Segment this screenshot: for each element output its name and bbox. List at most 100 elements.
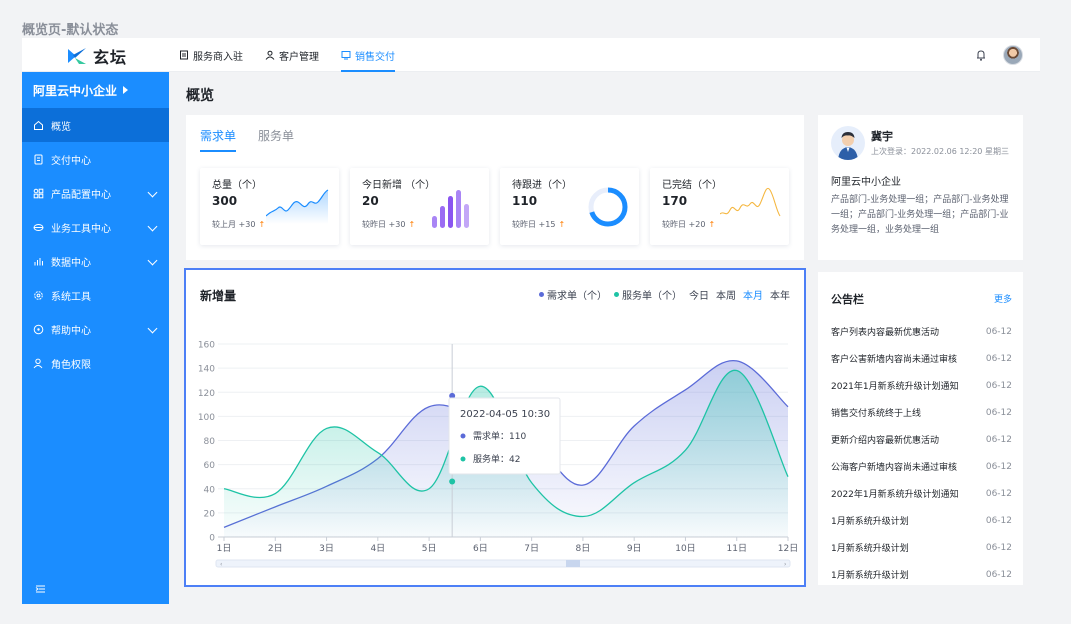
app-logo[interactable]: 玄坛 <box>66 44 127 68</box>
notice-item[interactable]: 公海客户新墙内容尚未通过审核 06-12 <box>831 453 1012 480</box>
sidebar-item-data-center[interactable]: 数据中心 <box>22 244 169 278</box>
sidebar-item-label: 系统工具 <box>51 291 91 303</box>
notice-item-date: 06-12 <box>985 461 1012 472</box>
x-tick-label: 7日 <box>524 543 539 554</box>
stat-foot: 较昨日 +30 ↑ <box>362 219 415 230</box>
arrow-up-icon: ↑ <box>558 220 566 229</box>
x-tick-label: 10日 <box>675 543 695 554</box>
tab-service[interactable]: 服务单 <box>258 127 294 152</box>
notice-item-title: 1月新系统升级计划 <box>831 571 909 581</box>
org-switcher[interactable]: 阿里云中小企业 <box>22 72 169 108</box>
notice-item-title: 公海客户新墙内容尚未通过审核 <box>831 463 958 473</box>
bell-icon[interactable] <box>974 48 988 62</box>
help-icon <box>33 324 44 334</box>
document-icon <box>34 154 43 164</box>
topnav-label: 客户管理 <box>279 51 319 63</box>
stat-label: 待跟进（个） <box>512 180 572 191</box>
stat-card-pending[interactable]: 待跟进（个） 110 较昨日 +15 ↑ <box>500 168 639 245</box>
overview-card: 需求单 服务单 总量（个） 300 较上月 +30 ↑ 今日新增 （个） 20 较… <box>186 115 804 260</box>
stat-value: 300 <box>212 194 238 208</box>
topnav-item-sales-delivery[interactable]: 销售交付 <box>341 38 395 72</box>
notice-item-title: 销售交付系统终于上线 <box>831 409 922 419</box>
app-name: 玄坛 <box>93 48 128 67</box>
stat-card-completed[interactable]: 已完结（个） 170 较昨日 +20 ↑ <box>650 168 789 245</box>
y-tick-label: 0 <box>209 534 215 544</box>
stat-label: 总量（个） <box>212 180 262 191</box>
notice-item[interactable]: 1月新系统升级计划 06-12 <box>831 534 1012 561</box>
gear-icon <box>34 290 43 300</box>
avatar[interactable] <box>1003 45 1023 65</box>
x-tick-label: 1日 <box>217 543 232 554</box>
notice-item[interactable]: 2021年1月新系统升级计划通知 06-12 <box>831 372 1012 399</box>
user-departments: 产品部门-业务处理一组；产品部门-业务处理一组；产品部门-业务处理一组；产品部门… <box>831 195 1009 235</box>
sidebar-item-product-config[interactable]: 产品配置中心 <box>22 176 169 210</box>
home-icon <box>34 120 43 130</box>
y-tick-label: 140 <box>198 365 215 375</box>
notice-board: 公告栏 更多 客户列表内容最新优惠活动 06-12 客户公害新墙内容尚未通过审核 06… <box>818 272 1023 585</box>
user-avatar[interactable] <box>831 126 865 160</box>
sidebar: 阿里云中小企业 概览 交付中心 产品配置中心 业务工具中心 数据中心 系统工具 … <box>22 72 169 604</box>
notice-item-date: 06-12 <box>985 542 1012 553</box>
notice-item-date: 06-12 <box>985 569 1012 580</box>
stat-card-today-new[interactable]: 今日新增 （个） 20 较昨日 +30 ↑ <box>350 168 489 245</box>
sidebar-item-role-permissions[interactable]: 角色权限 <box>22 346 169 380</box>
sidebar-item-delivery-center[interactable]: 交付中心 <box>22 142 169 176</box>
arrow-up-icon: ↑ <box>258 220 266 229</box>
notice-item-title: 2022年1月新系统升级计划通知 <box>831 490 959 500</box>
notice-list: 客户列表内容最新优惠活动 06-12 客户公害新墙内容尚未通过审核 06-12 2021… <box>831 318 1012 588</box>
notice-item[interactable]: 更新介绍内容最新优惠活动 06-12 <box>831 426 1012 453</box>
x-tick-label: 2日 <box>268 543 283 554</box>
tooltip-time: 2022-04-05 10:30 <box>460 409 550 420</box>
topnav-label: 销售交付 <box>355 51 395 63</box>
person-icon <box>33 358 43 368</box>
notice-item-title: 更新介绍内容最新优惠活动 <box>831 436 940 446</box>
sidebar-item-label: 业务工具中心 <box>51 223 111 235</box>
chevron-down-icon <box>147 187 158 198</box>
tooltip-row: 服务单：42 <box>473 453 520 465</box>
stat-value: 20 <box>362 194 379 208</box>
notice-item-title: 2021年1月新系统升级计划通知 <box>831 382 959 392</box>
notice-item-title: 1月新系统升级计划 <box>831 544 909 554</box>
notice-item-date: 06-12 <box>985 488 1012 499</box>
topnav-item-provider[interactable]: 服务商入驻 <box>179 38 243 72</box>
sidebar-item-business-tools[interactable]: 业务工具中心 <box>22 210 169 244</box>
notice-item[interactable]: 1月新系统升级计划 06-12 <box>831 507 1012 534</box>
sidebar-item-help-center[interactable]: 帮助中心 <box>22 312 169 346</box>
notice-item[interactable]: 客户公害新墙内容尚未通过审核 06-12 <box>831 345 1012 372</box>
tooltip-dot <box>460 456 466 462</box>
stat-foot: 较上月 +30 ↑ <box>212 219 265 230</box>
sidebar-item-label: 数据中心 <box>51 257 91 269</box>
top-bar: 玄坛 服务商入驻 客户管理 销售交付 <box>22 38 1040 72</box>
notice-item[interactable]: 客户列表内容最新优惠活动 06-12 <box>831 318 1012 345</box>
zoom-left-icon: ‹ <box>220 561 222 568</box>
x-tick-label: 5日 <box>422 543 437 554</box>
sidebar-item-system-tools[interactable]: 系统工具 <box>22 278 169 312</box>
chevron-down-icon <box>147 221 158 232</box>
sparkline-area <box>266 189 329 224</box>
last-login: 上次登录：2022.02.06 12:20 星期三 <box>871 147 1009 156</box>
stat-foot-text: 较昨日 +30 <box>362 220 406 229</box>
y-tick-label: 120 <box>198 389 215 399</box>
logo-icon <box>66 46 88 66</box>
notice-item[interactable]: 1月新系统升级计划 06-12 <box>831 561 1012 588</box>
sidebar-item-label: 概览 <box>51 121 71 133</box>
page-caption: 概览页-默认状态 <box>22 23 119 38</box>
sidebar-item-overview[interactable]: 概览 <box>22 108 169 142</box>
notice-more-link[interactable]: 更多 <box>994 292 1012 305</box>
stat-value: 110 <box>512 194 538 208</box>
page-title: 概览 <box>186 88 214 104</box>
notice-item[interactable]: 销售交付系统终于上线 06-12 <box>831 399 1012 426</box>
collapse-menu-icon[interactable] <box>35 584 46 594</box>
notice-item-date: 06-12 <box>985 326 1012 337</box>
x-tick-label: 12日 <box>778 543 798 554</box>
stat-card-total[interactable]: 总量（个） 300 较上月 +30 ↑ <box>200 168 339 245</box>
y-tick-label: 100 <box>198 413 215 423</box>
tab-demand[interactable]: 需求单 <box>200 127 237 152</box>
stat-foot: 较昨日 +15 ↑ <box>512 219 565 230</box>
arrow-up-icon: ↑ <box>708 220 716 229</box>
notice-item-title: 客户列表内容最新优惠活动 <box>831 328 940 338</box>
notice-item-title: 客户公害新墙内容尚未通过审核 <box>831 355 958 365</box>
user-icon <box>265 50 275 60</box>
notice-item[interactable]: 2022年1月新系统升级计划通知 06-12 <box>831 480 1012 507</box>
topnav-item-customers[interactable]: 客户管理 <box>265 38 319 72</box>
